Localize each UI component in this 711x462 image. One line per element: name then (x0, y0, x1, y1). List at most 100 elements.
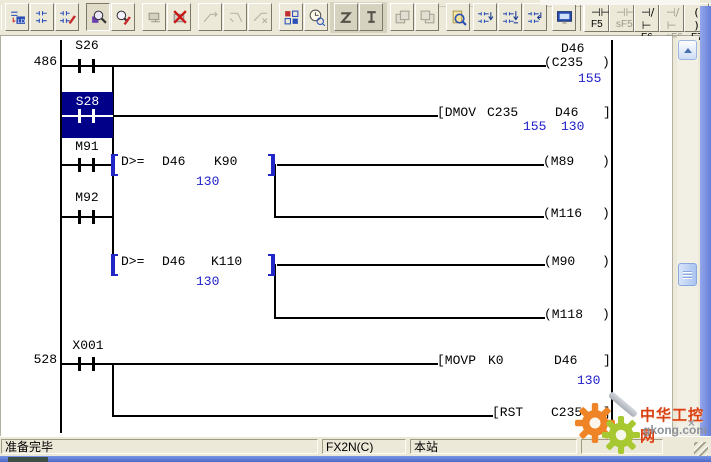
line-insert-icon (202, 9, 219, 26)
contact-label: M92 (70, 191, 104, 205)
power-flow-bracket (111, 254, 118, 276)
wire-v (112, 363, 114, 417)
contact-bar (78, 158, 81, 172)
find-contact-button[interactable] (473, 3, 497, 31)
status-plc-type: FX2N(C) (322, 439, 406, 454)
wire-h (61, 164, 114, 166)
coil-operand: D46 (561, 42, 584, 56)
program-windows-button[interactable] (279, 3, 303, 31)
taskbar-fragment (8, 457, 48, 462)
coil-text: (M89 (543, 155, 574, 169)
instruction-close: ] (603, 354, 611, 368)
compare-op: D>= (121, 255, 144, 269)
scrollbar-thumb[interactable] (678, 263, 697, 286)
line-edit-icon (227, 9, 244, 26)
comment-display-button[interactable] (552, 3, 576, 31)
instruction-text: [MOVP (437, 354, 476, 368)
device-test-button (142, 3, 166, 31)
scroll-up-button[interactable] (678, 40, 697, 60)
compare-op: D>= (121, 155, 144, 169)
wire-h (61, 65, 546, 67)
coil-text: (M118 (544, 308, 583, 322)
thumb-grip (683, 274, 692, 275)
find-coil-button[interactable] (498, 3, 522, 31)
power-flow-bracket (111, 154, 118, 176)
find-block-icon (527, 9, 544, 26)
coil-close: ) (602, 56, 610, 70)
window-top-edge (540, 0, 700, 5)
monitor-value: 130 (196, 175, 219, 189)
wire-h (113, 415, 493, 417)
thumb-grip (683, 271, 692, 272)
contact-bar (92, 210, 95, 224)
gear-green-icon (601, 415, 641, 455)
coil-close: ) (602, 207, 610, 221)
window-cascade-icon (394, 9, 411, 26)
fkey-open-contact-button[interactable]: ⊣⊢F5 (584, 3, 609, 32)
contact-bar (78, 357, 81, 371)
logic-test-stop-button (359, 3, 383, 31)
ladder-editor-canvas[interactable]: 486 528 S26 D46 (C235 ) 155 S28 [DMOV C2… (0, 36, 673, 436)
coil-text: (M90 (544, 255, 575, 269)
contact-bar (92, 357, 95, 371)
wire-h (61, 363, 438, 365)
monitor-value: 155 (578, 72, 601, 86)
open-contact-icon: ⊣⊢ (591, 6, 602, 19)
monitor-value: 130 (577, 374, 600, 388)
write-mode-button[interactable] (55, 3, 79, 31)
status-station: 本站 (410, 439, 577, 454)
coil-text: (M116 (543, 207, 582, 221)
instruction-text: [RST (492, 406, 523, 420)
wire-h (113, 115, 438, 117)
vertical-scrollbar[interactable] (677, 36, 698, 435)
read-mode-button[interactable] (30, 3, 54, 31)
fkey-closed-contact-button[interactable]: ⊣/⊢F6 (634, 3, 659, 32)
logic-test-stop-icon (363, 9, 380, 26)
line-delete-icon (252, 9, 269, 26)
monitor-mode-icon (90, 9, 107, 26)
find-device-button[interactable] (446, 3, 470, 31)
coil-close: ) (602, 255, 610, 269)
comment-display-icon (556, 9, 573, 26)
contact-label: X001 (69, 339, 107, 353)
closed-contact-icon: ⊣/⊢ (641, 6, 652, 32)
wire-h (275, 216, 544, 218)
clock-monitor-button[interactable] (304, 3, 328, 31)
step-number: 486 (29, 55, 57, 69)
monitor-value: 130 (196, 275, 219, 289)
right-power-rail (611, 40, 613, 433)
wire-h (275, 317, 545, 319)
operand: D46 (162, 255, 185, 269)
find-device-icon (450, 9, 467, 26)
ladder-list-icon: LD (9, 9, 26, 26)
thumb-grip (683, 277, 692, 278)
step-number: 528 (29, 353, 57, 367)
monitor-mode-button[interactable] (86, 3, 110, 31)
wire-h (61, 216, 114, 218)
monitor-write-button[interactable] (111, 3, 135, 31)
instruction-close: ] (603, 106, 611, 120)
operand: D46 (554, 354, 577, 368)
line-delete-button (248, 3, 272, 31)
device-test-icon (146, 9, 163, 26)
logic-test-run-button (334, 3, 358, 31)
find-contact-icon (477, 9, 494, 26)
operand: K0 (488, 354, 504, 368)
operand: D46 (555, 106, 578, 120)
parallel-closed-icon: ⊣/⊢ (666, 6, 677, 32)
contact-bar (92, 59, 95, 73)
monitor-value: 130 (561, 120, 584, 134)
line-insert-button (198, 3, 222, 31)
operand: K90 (214, 155, 237, 169)
find-block-button[interactable] (523, 3, 547, 31)
power-flow-bracket (268, 254, 275, 276)
find-coil-icon (502, 9, 519, 26)
selected-cell-s28[interactable]: S28 (62, 92, 113, 138)
coil-close: ) (602, 308, 610, 322)
contact-bar (92, 158, 95, 172)
program-windows-icon (283, 9, 300, 26)
stop-monitor-button[interactable] (167, 3, 191, 31)
main-toolbar: LD ⊣⊢F5 ⊣⊢sF5 ⊣/⊢F6 ⊣/⊢sF6 ( )F7 ⊣[F8 (0, 0, 711, 36)
operand: C235 (487, 106, 518, 120)
ladder-list-toggle-button[interactable]: LD (5, 3, 29, 31)
